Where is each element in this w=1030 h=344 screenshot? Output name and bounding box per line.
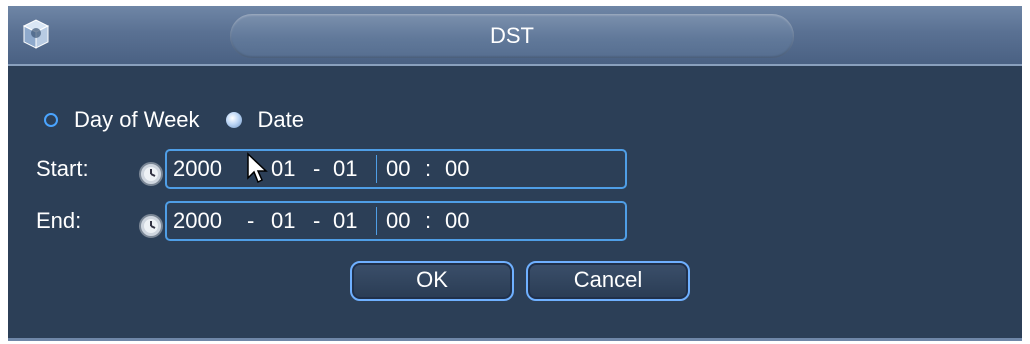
- end-day[interactable]: 01: [333, 203, 357, 239]
- start-hour[interactable]: 00: [386, 151, 410, 187]
- clock-icon[interactable]: [138, 161, 164, 187]
- dst-dialog: DST Day of Week Date Start: 2000 - 01 - …: [8, 6, 1022, 341]
- start-year[interactable]: 2000: [173, 151, 222, 187]
- radio-day-of-week[interactable]: [44, 113, 58, 127]
- start-datetime-field[interactable]: 2000 - 01 - 01 00 : 00: [165, 149, 627, 189]
- end-month[interactable]: 01: [271, 203, 295, 239]
- end-field-divider: [376, 207, 377, 235]
- title-pill: DST: [230, 14, 794, 58]
- radio-date[interactable]: [225, 112, 242, 128]
- cancel-button[interactable]: Cancel: [526, 261, 690, 301]
- start-label: Start:: [36, 156, 89, 181]
- mode-radio-group: Day of Week Date: [44, 104, 330, 136]
- end-year[interactable]: 2000: [173, 203, 222, 239]
- clock-icon[interactable]: [138, 213, 164, 239]
- start-month[interactable]: 01: [271, 151, 295, 187]
- end-label: End:: [36, 208, 82, 233]
- radio-date-label[interactable]: Date: [258, 107, 304, 133]
- window-title: DST: [490, 23, 534, 48]
- app-icon: [22, 19, 50, 49]
- end-hour[interactable]: 00: [386, 203, 410, 239]
- radio-day-of-week-label[interactable]: Day of Week: [74, 107, 200, 133]
- start-field-divider: [376, 155, 377, 183]
- mouse-cursor-icon: [247, 152, 268, 184]
- end-minute[interactable]: 00: [445, 203, 469, 239]
- start-colon: :: [425, 156, 432, 181]
- end-colon: :: [425, 208, 432, 233]
- start-day[interactable]: 01: [333, 151, 357, 187]
- start-minute[interactable]: 00: [445, 151, 469, 187]
- end-sep1: -: [247, 208, 255, 233]
- title-bar: DST: [8, 6, 1022, 66]
- end-sep2: -: [313, 208, 321, 233]
- start-sep2: -: [313, 156, 321, 181]
- ok-button[interactable]: OK: [350, 261, 514, 301]
- end-datetime-field[interactable]: 2000 - 01 - 01 00 : 00: [165, 201, 627, 241]
